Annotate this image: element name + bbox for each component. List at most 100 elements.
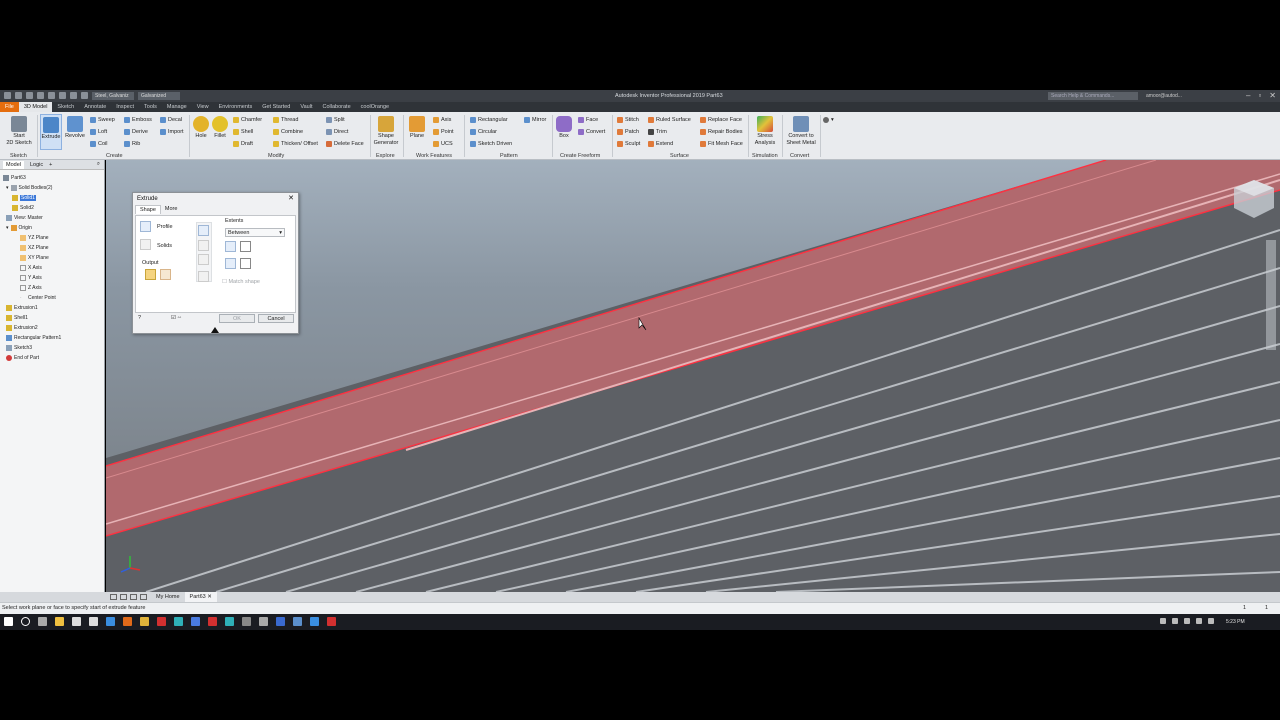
delete-face-button[interactable]: Delete Face <box>326 141 364 147</box>
app-icon[interactable] <box>242 617 251 626</box>
fillet-button[interactable]: Fillet <box>211 116 229 140</box>
fit-mesh-face-button[interactable]: Fit Mesh Face <box>700 141 743 147</box>
clock[interactable]: 5:23 PM <box>1226 619 1245 625</box>
extend-button[interactable]: Extend <box>648 141 673 147</box>
sketch-driven-pattern-button[interactable]: Sketch Driven <box>470 141 512 147</box>
expand-icon[interactable]: ▾ <box>6 185 9 191</box>
store-icon[interactable] <box>72 617 81 626</box>
sweep-button[interactable]: Sweep <box>90 117 115 123</box>
derive-button[interactable]: Derive <box>124 129 148 135</box>
expand-icon[interactable]: ▾ <box>6 225 9 231</box>
new-solid-icon[interactable] <box>198 271 209 282</box>
minimize-icon[interactable]: – <box>1246 91 1250 100</box>
decal-button[interactable]: Decal <box>160 117 182 123</box>
tab-logic[interactable]: Logic <box>30 162 43 168</box>
app-icon[interactable] <box>225 617 234 626</box>
tab-sketch[interactable]: Sketch <box>52 102 79 112</box>
tree-center-point[interactable]: · Center Point <box>20 295 56 301</box>
user-account[interactable]: amoor@autod... <box>1146 93 1182 99</box>
from-face-icon[interactable] <box>240 241 251 252</box>
tree-extrusion1[interactable]: Extrusion1 <box>6 305 38 311</box>
rib-button[interactable]: Rib <box>124 141 140 147</box>
chevron-up-icon[interactable] <box>1172 618 1178 624</box>
tree-end-of-part[interactable]: End of Part <box>6 355 39 361</box>
rectangular-pattern-button[interactable]: Rectangular <box>470 117 508 123</box>
close-icon[interactable]: ✕ <box>1269 91 1276 100</box>
coil-button[interactable]: Coil <box>90 141 107 147</box>
app-icon[interactable] <box>259 617 268 626</box>
to-face-icon[interactable] <box>240 258 251 269</box>
tree-part[interactable]: Part63 <box>3 175 26 181</box>
network-icon[interactable] <box>1196 618 1202 624</box>
output-surface-icon[interactable] <box>160 269 171 280</box>
chrome-icon[interactable] <box>106 617 115 626</box>
trim-button[interactable]: Trim <box>648 129 667 135</box>
tree-view-master[interactable]: View: Master <box>6 215 43 221</box>
box-button[interactable]: Box <box>555 116 573 140</box>
tab-model[interactable]: Model <box>3 160 24 169</box>
volume-icon[interactable] <box>1208 618 1214 624</box>
tree-yz-plane[interactable]: YZ Plane <box>20 235 49 241</box>
mirror-button[interactable]: Mirror <box>524 117 546 123</box>
cut-icon[interactable] <box>198 240 209 251</box>
tab-view[interactable]: View <box>192 102 214 112</box>
loft-button[interactable]: Loft <box>90 129 107 135</box>
pdf-icon[interactable] <box>208 617 217 626</box>
new-icon[interactable] <box>15 92 22 99</box>
search-input[interactable]: Search Help & Commands... <box>1048 92 1138 100</box>
appearance-dropdown[interactable]: Galvanized <box>138 92 180 100</box>
tab-tools[interactable]: Tools <box>139 102 162 112</box>
repair-bodies-button[interactable]: Repair Bodies <box>700 129 743 135</box>
tree-xy-plane[interactable]: XY Plane <box>20 255 49 261</box>
circular-pattern-button[interactable]: Circular <box>470 129 497 135</box>
close-icon[interactable]: ✕ <box>288 193 294 205</box>
tile-icon[interactable] <box>110 594 117 600</box>
tab-environments[interactable]: Environments <box>214 102 258 112</box>
tree-z-axis[interactable]: Z Axis <box>20 285 42 291</box>
tree-origin[interactable]: ▾ Origin <box>6 225 32 231</box>
start-2d-sketch-button[interactable]: Start 2D Sketch <box>4 116 34 146</box>
axis-button[interactable]: Axis <box>433 117 451 123</box>
search-icon[interactable]: ⌕ <box>97 161 100 168</box>
tab-shape[interactable]: Shape <box>135 205 161 214</box>
people-icon[interactable] <box>1160 618 1166 624</box>
join-icon[interactable] <box>198 225 209 236</box>
plane-button[interactable]: Plane <box>406 116 428 140</box>
thread-button[interactable]: Thread <box>273 117 298 123</box>
ucs-button[interactable]: UCS <box>433 141 453 147</box>
shell-button[interactable]: Shell <box>233 129 253 135</box>
tab-more[interactable]: More <box>161 205 182 214</box>
tab-my-home[interactable]: My Home <box>151 592 185 602</box>
direct-button[interactable]: Direct <box>326 129 348 135</box>
close-icon[interactable]: ✕ <box>207 594 212 600</box>
outlook-icon[interactable] <box>276 617 285 626</box>
navigation-bar[interactable] <box>1266 240 1276 350</box>
tab-inspect[interactable]: Inspect <box>111 102 139 112</box>
cortana-icon[interactable] <box>21 617 30 626</box>
tab-3d-model[interactable]: 3D Model <box>18 102 53 112</box>
tree-xz-plane[interactable]: XZ Plane <box>20 245 49 251</box>
task-view-icon[interactable] <box>38 617 47 626</box>
tab-vault[interactable]: Vault <box>295 102 317 112</box>
ok-button[interactable]: OK <box>219 314 255 323</box>
acrobat-icon[interactable] <box>157 617 166 626</box>
stitch-button[interactable]: Stitch <box>617 117 639 123</box>
match-shape-checkbox[interactable]: ☐ Match shape <box>222 279 260 285</box>
tree-shell1[interactable]: Shell1 <box>6 315 28 321</box>
help-icon[interactable]: ? <box>138 315 141 321</box>
update-icon[interactable] <box>81 92 88 99</box>
inventor-alt-icon[interactable] <box>140 617 149 626</box>
tab-annotate[interactable]: Annotate <box>79 102 111 112</box>
extrude-button[interactable]: Extrude <box>40 114 62 150</box>
import-button[interactable]: Import <box>160 129 184 135</box>
tab-get-started[interactable]: Get Started <box>257 102 295 112</box>
shape-generator-button[interactable]: Shape Generator <box>372 116 400 146</box>
profile-select-icon[interactable] <box>140 221 151 232</box>
combine-button[interactable]: Combine <box>273 129 303 135</box>
solids-select-icon[interactable] <box>140 239 151 250</box>
app-icon[interactable] <box>293 617 302 626</box>
ruled-surface-button[interactable]: Ruled Surface <box>648 117 691 123</box>
mail-icon[interactable] <box>89 617 98 626</box>
file-explorer-icon[interactable] <box>55 617 64 626</box>
tab-file[interactable]: File <box>0 102 19 112</box>
